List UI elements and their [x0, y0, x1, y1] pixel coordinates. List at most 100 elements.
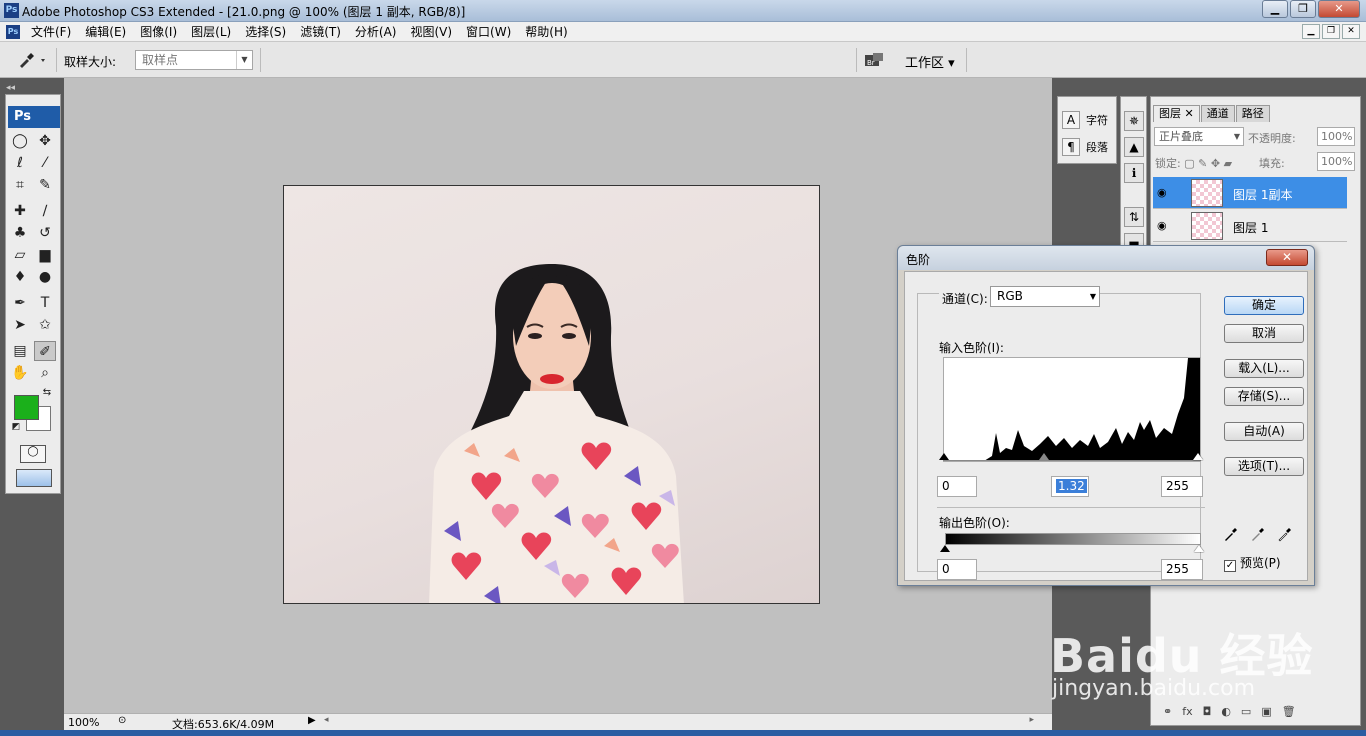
input-white-field[interactable]: 255	[1161, 476, 1203, 497]
actions-icon[interactable]: ⇅	[1124, 207, 1144, 227]
gray-eyedropper-icon[interactable]	[1250, 526, 1266, 542]
opacity-input[interactable]: 100%	[1317, 127, 1355, 146]
paragraph-panel-button[interactable]: ¶ 段落	[1062, 138, 1108, 156]
options-button[interactable]: 选项(T)...	[1224, 457, 1304, 476]
dialog-close-button[interactable]: ✕	[1266, 249, 1308, 266]
blur-tool-icon[interactable]: ♦	[9, 267, 31, 287]
input-gamma-handle[interactable]	[1039, 453, 1049, 460]
history-brush-tool-icon[interactable]: ↺	[34, 223, 56, 243]
slice-tool-icon[interactable]: ✎	[34, 175, 56, 195]
gradient-tool-icon[interactable]: ▆	[34, 245, 56, 265]
menu-view[interactable]: 视图(V)	[403, 23, 459, 41]
menu-edit[interactable]: 编辑(E)	[78, 23, 133, 41]
zoom-level[interactable]: 100%	[68, 716, 99, 729]
lock-position-icon[interactable]: ✥	[1211, 157, 1220, 170]
workspace-menu[interactable]: 工作区 ▾	[905, 52, 955, 71]
output-black-field[interactable]: 0	[937, 559, 977, 580]
document-controls: ▁ ❐ ✕	[1302, 24, 1360, 39]
visibility-eye-icon[interactable]: ◉	[1157, 219, 1171, 232]
status-arrow-icon[interactable]: ▶	[308, 715, 316, 726]
preview-option[interactable]: ✓ 预览(P)	[1224, 554, 1281, 572]
cancel-button[interactable]: 取消	[1224, 324, 1304, 343]
doc-minimize-button[interactable]: ▁	[1302, 24, 1320, 39]
visibility-eye-icon[interactable]: ◉	[1157, 186, 1171, 199]
output-black-handle[interactable]	[940, 545, 950, 552]
dialog-title-bar[interactable]: 色阶 ✕	[898, 246, 1314, 270]
output-white-field[interactable]: 255	[1161, 559, 1203, 580]
foreground-color-swatch-front[interactable]	[14, 395, 39, 420]
tab-layers[interactable]: 图层 ✕	[1153, 105, 1200, 122]
notes-tool-icon[interactable]: ▤	[9, 341, 31, 361]
fill-input[interactable]: 100%	[1317, 152, 1355, 171]
sample-size-select[interactable]: 取样点 ▼	[135, 50, 253, 70]
move-tool-icon[interactable]: ✥	[34, 131, 56, 151]
shape-tool-icon[interactable]: ✩	[34, 315, 56, 335]
scroll-left-icon[interactable]: ◂	[324, 715, 329, 725]
dodge-tool-icon[interactable]: ●	[34, 267, 56, 287]
pen-tool-icon[interactable]: ✒	[9, 293, 31, 313]
menu-help[interactable]: 帮助(H)	[518, 23, 574, 41]
tab-paths[interactable]: 路径	[1235, 105, 1270, 122]
close-button[interactable]: ✕	[1318, 0, 1360, 18]
input-black-field[interactable]: 0	[937, 476, 977, 497]
menu-select[interactable]: 选择(S)	[238, 23, 293, 41]
doc-restore-button[interactable]: ❐	[1322, 24, 1340, 39]
quick-mask-button[interactable]: ◯	[20, 445, 46, 463]
lock-all-icon[interactable]: ▰	[1224, 157, 1232, 170]
input-white-handle[interactable]	[1193, 453, 1203, 460]
magic-wand-tool-icon[interactable]: ⁄	[34, 153, 56, 173]
marquee-tool-icon[interactable]: ◯	[9, 131, 31, 151]
status-menu-icon[interactable]: ⊙	[118, 715, 126, 726]
maximize-button[interactable]: ❐	[1290, 0, 1316, 18]
histogram-icon[interactable]: ▲	[1124, 137, 1144, 157]
white-eyedropper-icon[interactable]	[1277, 526, 1293, 542]
eyedropper-tool-icon[interactable]: ✐	[34, 341, 56, 361]
ok-button[interactable]: 确定	[1224, 296, 1304, 315]
menu-layer[interactable]: 图层(L)	[184, 23, 238, 41]
input-black-handle[interactable]	[939, 453, 949, 460]
save-button[interactable]: 存储(S)...	[1224, 387, 1304, 406]
crop-tool-icon[interactable]: ⌗	[9, 175, 31, 195]
auto-button[interactable]: 自动(A)	[1224, 422, 1304, 441]
menu-analysis[interactable]: 分析(A)	[348, 23, 404, 41]
menu-window[interactable]: 窗口(W)	[459, 23, 518, 41]
brush-tool-icon[interactable]: ∕	[34, 201, 56, 221]
info-icon[interactable]: ℹ	[1124, 163, 1144, 183]
healing-brush-tool-icon[interactable]: ✚	[9, 201, 31, 221]
preview-checkbox[interactable]: ✓	[1224, 560, 1236, 572]
output-white-handle[interactable]	[1194, 545, 1204, 552]
path-selection-tool-icon[interactable]: ➤	[9, 315, 31, 335]
doc-close-button[interactable]: ✕	[1342, 24, 1360, 39]
zoom-tool-icon[interactable]: ⌕	[34, 363, 56, 383]
menu-file[interactable]: 文件(F)	[24, 23, 78, 41]
hand-tool-icon[interactable]: ✋	[9, 363, 31, 383]
navigator-icon[interactable]: ✵	[1124, 111, 1144, 131]
black-eyedropper-icon[interactable]	[1223, 526, 1239, 542]
lock-pixels-icon[interactable]: ✎	[1198, 157, 1207, 170]
collapse-icon[interactable]: ◂◂	[6, 83, 62, 93]
lasso-tool-icon[interactable]: ℓ	[9, 153, 31, 173]
channel-select[interactable]: RGB ▼	[990, 286, 1100, 307]
lock-transparency-icon[interactable]: ▢	[1184, 157, 1194, 170]
screen-mode-button[interactable]	[16, 469, 52, 487]
type-tool-icon[interactable]: T	[34, 293, 56, 313]
bridge-icon[interactable]: Br	[863, 51, 885, 69]
clone-stamp-tool-icon[interactable]: ♣	[9, 223, 31, 243]
menu-image[interactable]: 图像(I)	[133, 23, 184, 41]
menu-filter[interactable]: 滤镜(T)	[293, 23, 348, 41]
blend-mode-select[interactable]: 正片叠底 ▼	[1154, 127, 1244, 146]
ps-menu-icon[interactable]: Ps	[6, 24, 20, 39]
layer-row[interactable]: ◉ 图层 1	[1153, 210, 1347, 242]
tab-channels[interactable]: 通道	[1200, 105, 1235, 122]
document-image[interactable]	[283, 185, 820, 604]
input-gamma-field[interactable]: 1.32	[1051, 476, 1089, 497]
minimize-button[interactable]: ▁	[1262, 0, 1288, 18]
scroll-right-icon[interactable]: ▸	[1029, 715, 1034, 725]
load-button[interactable]: 载入(L)...	[1224, 359, 1304, 378]
eraser-tool-icon[interactable]: ▱	[9, 245, 31, 265]
character-panel-button[interactable]: A 字符	[1062, 111, 1108, 129]
eyedropper-tool-preset-icon[interactable]	[14, 49, 48, 71]
layer-row[interactable]: ◉ 图层 1副本	[1153, 177, 1347, 209]
swap-colors-icon[interactable]: ⇆	[40, 387, 54, 399]
default-colors-icon[interactable]: ◩	[10, 421, 22, 433]
